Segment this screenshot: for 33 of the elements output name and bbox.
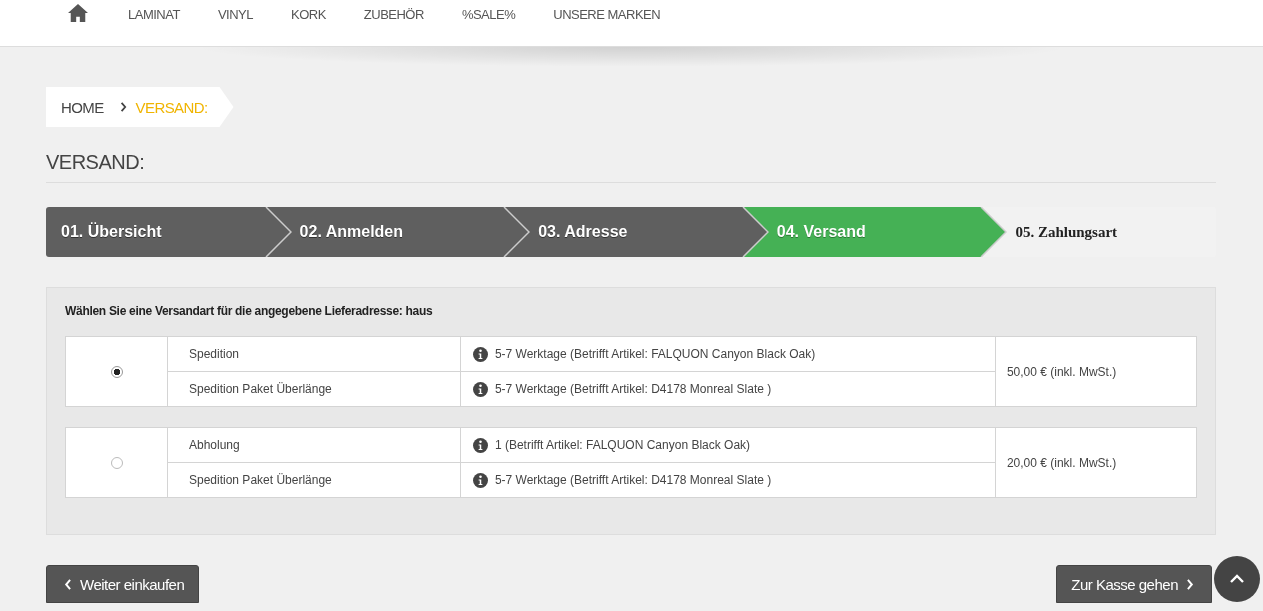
shipping-prompt: Wählen Sie eine Versandart für die angegebene Lieferadresse: haus xyxy=(65,304,434,318)
breadcrumb-link[interactable]: HOME xyxy=(61,98,104,116)
nav-link[interactable]: KORK xyxy=(290,7,326,22)
info-icon xyxy=(472,437,488,453)
delivery-info: 1 (Betrifft Artikel: FALQUON Canyon Black Oak) xyxy=(494,438,751,453)
delivery-info: 5-7 Werktage (Betrifft Artikel: D4178 Monreal Slate ) xyxy=(494,382,772,397)
continue-shopping-button[interactable]: Weiter einkaufen xyxy=(46,565,200,603)
home-icon xyxy=(67,3,89,23)
nav-link[interactable]: VINYL xyxy=(217,7,253,22)
nav-link[interactable]: ZUBEHÖR xyxy=(363,7,424,22)
shipping-price: 50,00 € (inkl. MwSt.) xyxy=(995,336,1197,407)
shipping-price: 20,00 € (inkl. MwSt.) xyxy=(995,427,1197,498)
home-button[interactable] xyxy=(67,3,89,23)
checkout-button[interactable]: Zur Kasse gehen xyxy=(1056,565,1212,603)
page-title: VERSAND: xyxy=(46,151,1216,183)
checkout-step[interactable]: 02. Anmelden xyxy=(291,207,501,257)
step-arrow xyxy=(977,207,1008,257)
method-name: Abholung xyxy=(167,427,461,463)
checkout-step[interactable]: 01. Übersicht xyxy=(46,207,262,257)
method-name: Spedition xyxy=(167,336,461,372)
info-icon xyxy=(472,472,488,488)
info-icon xyxy=(472,381,488,397)
method-name: Spedition Paket Überlänge xyxy=(167,371,461,407)
delivery-info: 5-7 Werktage (Betrifft Artikel: FALQUON Canyon Black Oak) xyxy=(494,347,816,362)
radio-button[interactable] xyxy=(110,366,123,379)
radio-button[interactable] xyxy=(110,457,123,470)
info-icon xyxy=(472,346,488,362)
nav-link[interactable]: %SALE% xyxy=(461,7,516,22)
scroll-to-top-floating-button[interactable] xyxy=(1214,556,1260,602)
nav-link[interactable]: UNSERE MARKEN xyxy=(553,7,661,22)
nav-link[interactable]: LAMINAT xyxy=(128,7,180,22)
method-name: Spedition Paket Überlänge xyxy=(167,462,461,498)
delivery-info: 5-7 Werktage (Betrifft Artikel: D4178 Monreal Slate ) xyxy=(494,473,772,488)
